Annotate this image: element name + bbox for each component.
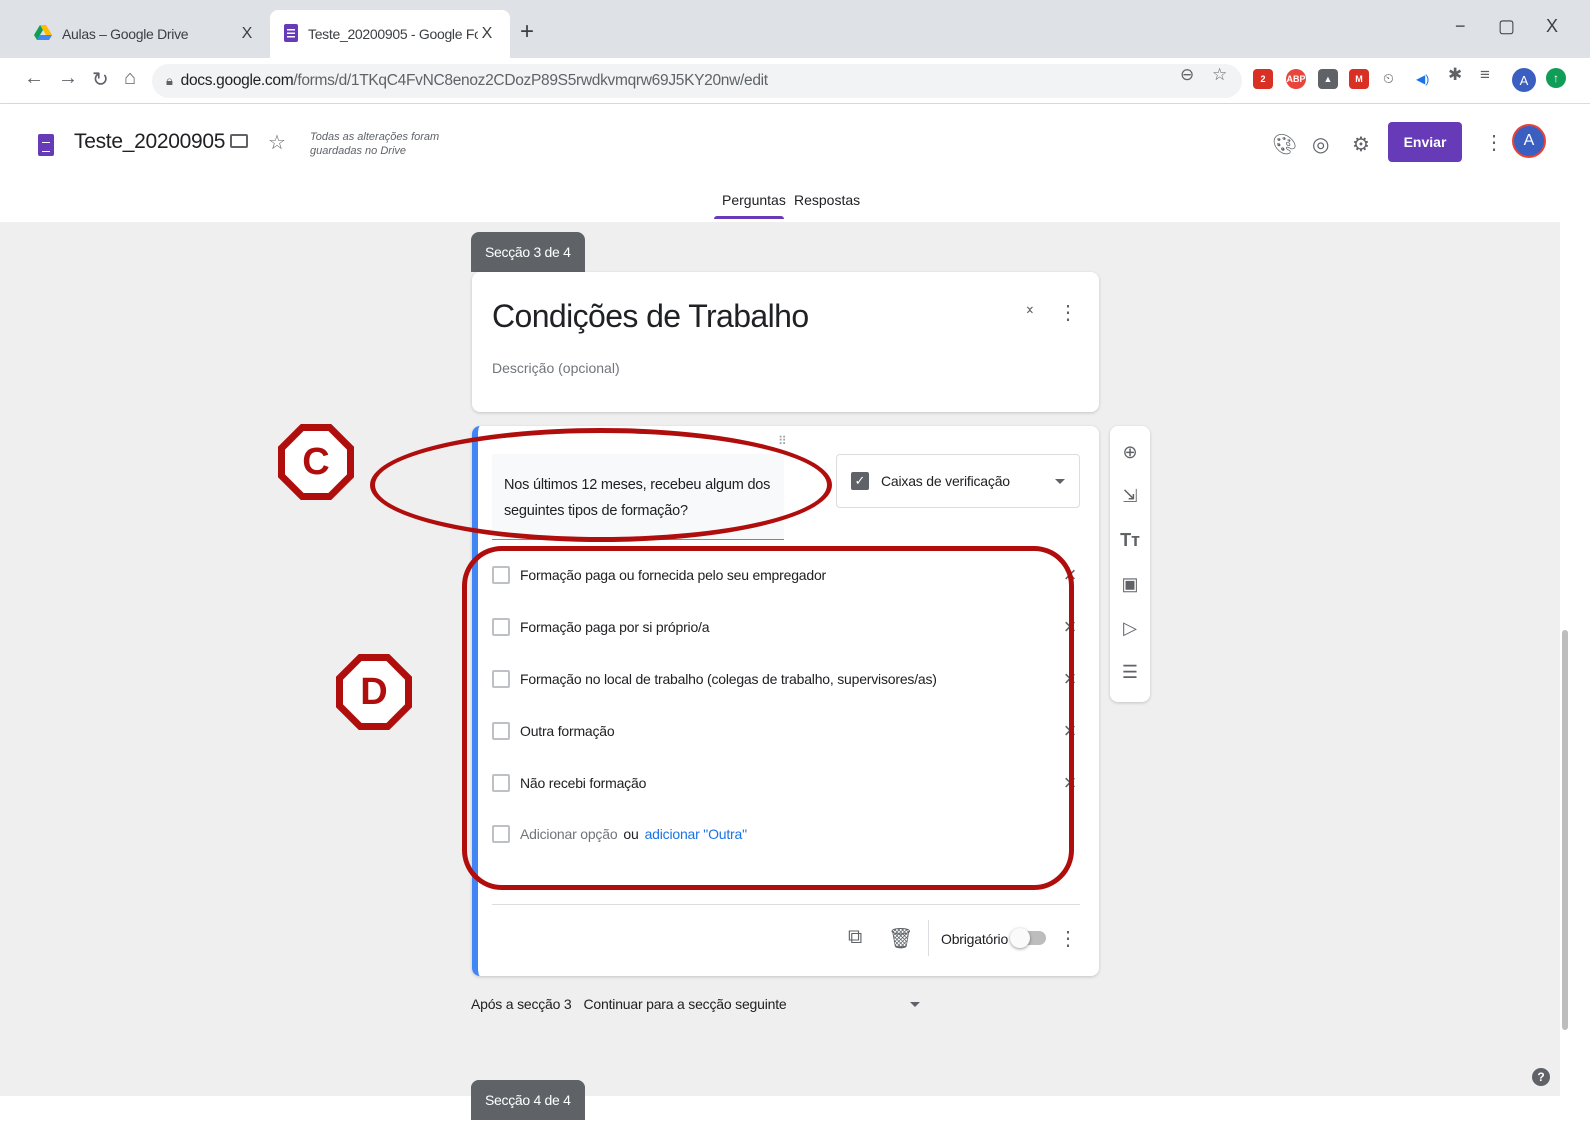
collapse-section-icon[interactable]: ⌄ ⌃ (1024, 298, 1036, 322)
home-icon[interactable]: ⌂ (124, 67, 136, 90)
duplicate-icon[interactable]: ⧉ (848, 926, 862, 949)
section-tag: Secção 4 de 4 (471, 1080, 585, 1120)
ext-red-icon[interactable]: M (1349, 69, 1369, 89)
save-status: Todas as alterações foram guardadas no D… (310, 131, 440, 157)
after-section-row: Após a secção 3 Continuar para a secção … (471, 996, 920, 1012)
google-forms-icon (284, 23, 298, 45)
add-video-icon[interactable]: ▷ (1110, 618, 1150, 639)
after-section-value: Continuar para a secção seguinte (583, 996, 787, 1012)
more-options-icon[interactable]: ⋮ (1484, 130, 1504, 155)
help-icon[interactable]: ? (1532, 1068, 1550, 1086)
section-tag: Secção 3 de 4 (471, 232, 585, 272)
trash-icon[interactable]: 🗑︎ (888, 926, 913, 951)
drag-handle-icon[interactable]: ⠿ (778, 434, 788, 448)
bottom-area (0, 1096, 1590, 1139)
required-toggle[interactable] (1010, 928, 1046, 948)
annotation-badge-d: D (336, 654, 412, 730)
drive-ext-icon[interactable]: ▲ (1318, 69, 1338, 89)
forms-header: Teste_20200905 ☆ Todas as alterações for… (0, 104, 1560, 222)
reading-list-icon[interactable]: ≡ (1480, 65, 1490, 85)
adblock-icon[interactable]: ABP (1286, 69, 1306, 89)
ext-badge-icon[interactable]: 2 (1253, 69, 1273, 89)
bookmark-star-icon[interactable]: ☆ (1212, 65, 1227, 85)
floating-toolbar: ⊕ ⇲ Tт ▣ ▷ ☰ (1110, 426, 1150, 702)
forms-logo-icon[interactable] (38, 134, 54, 156)
close-tab-icon[interactable]: X (478, 25, 496, 43)
preview-eye-icon[interactable]: ◎ (1312, 132, 1329, 157)
annotation-label: C (285, 431, 347, 493)
lock-icon: 🔒︎ (166, 73, 173, 88)
required-label: Obrigatório (941, 931, 1009, 947)
forward-icon[interactable]: → (58, 67, 78, 90)
scrollbar-thumb[interactable] (1562, 630, 1568, 1030)
add-section-icon[interactable]: ☰ (1110, 662, 1150, 683)
update-icon[interactable]: ↑ (1546, 68, 1566, 88)
close-window-icon[interactable]: X (1546, 16, 1558, 37)
timer-ext-icon[interactable]: ⏲ (1383, 70, 1394, 87)
account-avatar[interactable]: A (1512, 124, 1546, 158)
restore-icon[interactable]: ▢ (1498, 16, 1515, 37)
zoom-icon[interactable]: ⊖ (1180, 65, 1194, 85)
annotation-rectangle (462, 546, 1074, 890)
add-question-icon[interactable]: ⊕ (1110, 442, 1150, 463)
document-title[interactable]: Teste_20200905 (74, 130, 225, 154)
reload-icon[interactable]: ↻ (92, 67, 109, 92)
new-tab-button[interactable]: + (520, 18, 534, 46)
settings-gear-icon[interactable]: ⚙ (1352, 132, 1370, 157)
question-more-icon[interactable]: ⋮ (1058, 926, 1078, 951)
back-icon[interactable]: ← (24, 67, 44, 90)
extensions-puzzle-icon[interactable]: ✱ (1448, 65, 1462, 85)
minimize-icon[interactable]: − (1455, 16, 1466, 37)
url-host: docs.google.com (180, 72, 294, 89)
section-title[interactable]: Condições de Trabalho (492, 298, 809, 335)
chevron-down-icon (909, 1001, 920, 1007)
question-type-label: Caixas de verificação (881, 473, 1010, 489)
browser-tabstrip: Aulas – Google Drive X Teste_20200905 - … (0, 0, 1590, 58)
annotation-label: D (343, 661, 405, 723)
after-section-label: Após a secção 3 (471, 996, 572, 1012)
checkbox-type-icon: ✓ (851, 472, 869, 490)
star-icon[interactable]: ☆ (268, 130, 286, 155)
import-questions-icon[interactable]: ⇲ (1110, 486, 1150, 507)
after-section-dropdown[interactable]: Continuar para a secção seguinte (584, 996, 920, 1012)
profile-avatar[interactable]: A (1512, 68, 1536, 92)
add-title-icon[interactable]: Tт (1110, 530, 1150, 551)
palette-icon[interactable]: 🎨︎ (1272, 132, 1297, 157)
tab-responses[interactable]: Respostas (794, 192, 860, 208)
tab-title: Teste_20200905 - Google Forms (308, 26, 478, 42)
section-header-card[interactable]: Condições de Trabalho Descrição (opciona… (472, 272, 1099, 412)
folder-icon[interactable] (230, 134, 248, 148)
question-type-dropdown[interactable]: ✓ Caixas de verificação (836, 454, 1080, 508)
audio-ext-icon[interactable]: ◀) (1416, 72, 1429, 86)
tab-google-drive[interactable]: Aulas – Google Drive X (20, 10, 270, 58)
divider (492, 904, 1080, 905)
tab-google-forms[interactable]: Teste_20200905 - Google Forms X (270, 10, 510, 58)
add-image-icon[interactable]: ▣ (1110, 574, 1150, 595)
annotation-ellipse (370, 428, 832, 542)
tab-title: Aulas – Google Drive (62, 26, 189, 42)
close-tab-icon[interactable]: X (238, 25, 256, 43)
address-bar: ← → ↻ ⌂ 🔒︎ docs.google.com/forms/d/1TKqC… (0, 58, 1590, 104)
url-path: /forms/d/1TKqC4FvNC8enoz2CDozP89S5rwdkvm… (293, 72, 768, 89)
section-description-input[interactable]: Descrição (opcional) (492, 360, 620, 376)
divider (928, 920, 929, 956)
tab-questions[interactable]: Perguntas (722, 192, 786, 208)
chevron-down-icon (1055, 478, 1065, 484)
url-input[interactable]: 🔒︎ docs.google.com/forms/d/1TKqC4FvNC8en… (152, 64, 1242, 98)
active-tab-indicator (714, 216, 784, 219)
send-button[interactable]: Enviar (1388, 122, 1462, 162)
google-drive-icon (34, 24, 52, 44)
section-more-icon[interactable]: ⋮ (1058, 300, 1078, 325)
